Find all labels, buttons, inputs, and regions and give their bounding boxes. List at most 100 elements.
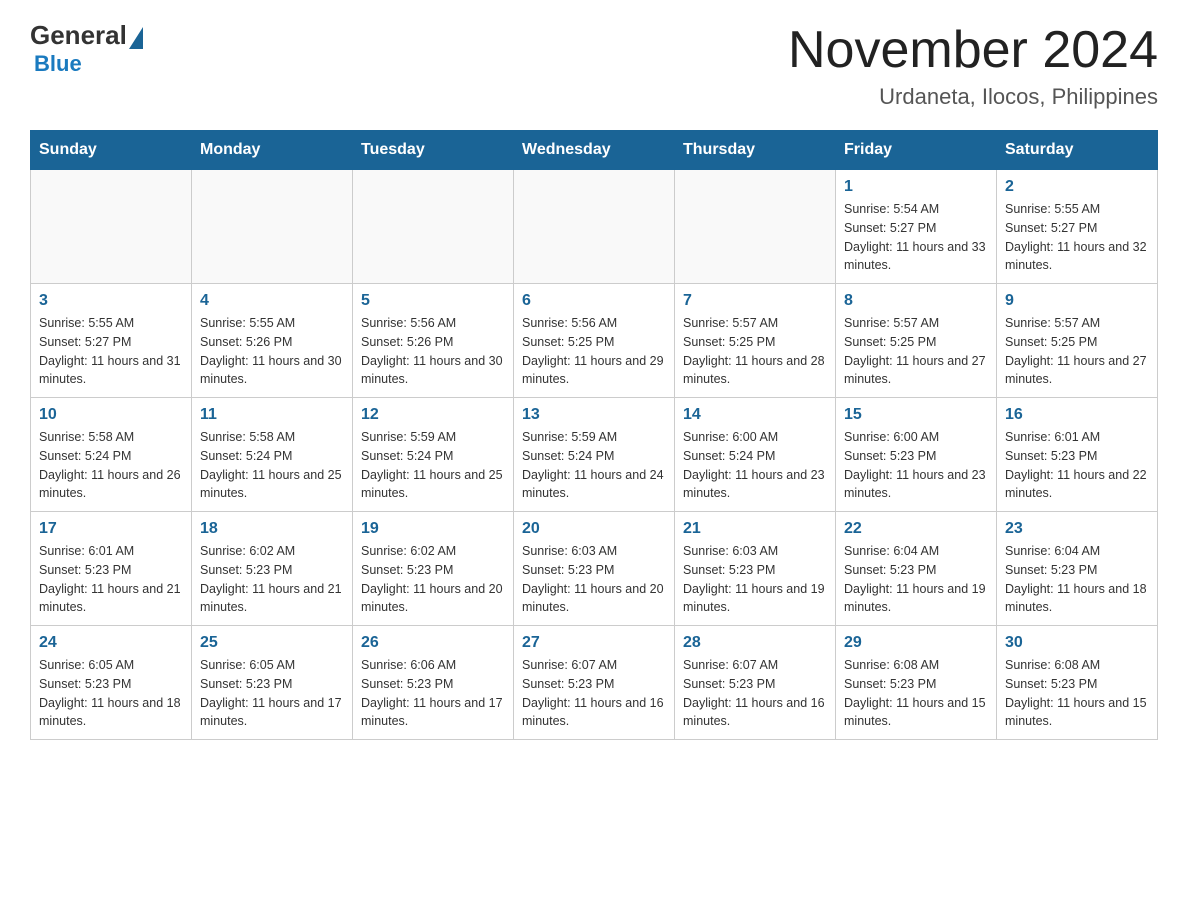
calendar-cell: 16 Sunrise: 6:01 AMSunset: 5:23 PMDayligh…	[997, 398, 1158, 512]
calendar-cell: 22 Sunrise: 6:04 AMSunset: 5:23 PMDayligh…	[836, 512, 997, 626]
day-number: 21	[683, 520, 827, 538]
day-info: Sunrise: 6:05 AMSunset: 5:23 PMDaylight:…	[39, 656, 183, 731]
calendar-cell: 7Sunrise: 5:57 AMSunset: 5:25 PMDaylight…	[675, 284, 836, 398]
weekday-header-sunday: Sunday	[31, 131, 192, 170]
day-number: 22	[844, 520, 988, 538]
calendar-cell: 11 Sunrise: 5:58 AMSunset: 5:24 PMDayligh…	[192, 398, 353, 512]
calendar-cell	[675, 170, 836, 284]
calendar-cell: 17Sunrise: 6:01 AMSunset: 5:23 PMDayligh…	[31, 512, 192, 626]
calendar-cell: 25Sunrise: 6:05 AMSunset: 5:23 PMDayligh…	[192, 626, 353, 740]
calendar-cell: 30Sunrise: 6:08 AMSunset: 5:23 PMDayligh…	[997, 626, 1158, 740]
weekday-header-saturday: Saturday	[997, 131, 1158, 170]
day-number: 6	[522, 292, 666, 310]
month-year-title: November 2024	[788, 20, 1158, 80]
calendar-cell: 24Sunrise: 6:05 AMSunset: 5:23 PMDayligh…	[31, 626, 192, 740]
calendar-header-row: SundayMondayTuesdayWednesdayThursdayFrid…	[31, 131, 1158, 170]
calendar-cell: 10 Sunrise: 5:58 AMSunset: 5:24 PMDayligh…	[31, 398, 192, 512]
calendar-cell: 19 Sunrise: 6:02 AMSunset: 5:23 PMDayligh…	[353, 512, 514, 626]
day-info: Sunrise: 6:00 AMSunset: 5:23 PMDaylight:…	[844, 428, 988, 503]
calendar-cell: 5 Sunrise: 5:56 AMSunset: 5:26 PMDaylight…	[353, 284, 514, 398]
day-number: 19	[361, 520, 505, 538]
day-info: Sunrise: 6:02 AMSunset: 5:23 PMDaylight:…	[361, 542, 505, 617]
day-number: 2	[1005, 178, 1149, 196]
day-info: Sunrise: 6:03 AMSunset: 5:23 PMDaylight:…	[683, 542, 827, 617]
week-row-5: 24Sunrise: 6:05 AMSunset: 5:23 PMDayligh…	[31, 626, 1158, 740]
day-info: Sunrise: 6:08 AMSunset: 5:23 PMDaylight:…	[844, 656, 988, 731]
day-number: 30	[1005, 634, 1149, 652]
weekday-header-friday: Friday	[836, 131, 997, 170]
day-info: Sunrise: 5:57 AMSunset: 5:25 PMDaylight:…	[844, 314, 988, 389]
day-info: Sunrise: 5:59 AMSunset: 5:24 PMDaylight:…	[361, 428, 505, 503]
day-info: Sunrise: 5:54 AMSunset: 5:27 PMDaylight:…	[844, 200, 988, 275]
day-info: Sunrise: 5:58 AMSunset: 5:24 PMDaylight:…	[39, 428, 183, 503]
calendar-cell: 28 Sunrise: 6:07 AMSunset: 5:23 PMDayligh…	[675, 626, 836, 740]
day-info: Sunrise: 6:07 AMSunset: 5:23 PMDaylight:…	[683, 656, 827, 731]
day-number: 29	[844, 634, 988, 652]
day-info: Sunrise: 6:00 AMSunset: 5:24 PMDaylight:…	[683, 428, 827, 503]
day-number: 14	[683, 406, 827, 424]
calendar-cell: 2 Sunrise: 5:55 AMSunset: 5:27 PMDaylight…	[997, 170, 1158, 284]
calendar-cell: 15 Sunrise: 6:00 AMSunset: 5:23 PMDayligh…	[836, 398, 997, 512]
calendar-cell: 27Sunrise: 6:07 AMSunset: 5:23 PMDayligh…	[514, 626, 675, 740]
calendar-cell: 1 Sunrise: 5:54 AMSunset: 5:27 PMDaylight…	[836, 170, 997, 284]
calendar-cell	[31, 170, 192, 284]
day-info: Sunrise: 5:55 AMSunset: 5:26 PMDaylight:…	[200, 314, 344, 389]
calendar-cell: 26 Sunrise: 6:06 AMSunset: 5:23 PMDayligh…	[353, 626, 514, 740]
day-info: Sunrise: 5:57 AMSunset: 5:25 PMDaylight:…	[1005, 314, 1149, 389]
day-number: 15	[844, 406, 988, 424]
calendar-cell	[353, 170, 514, 284]
calendar-cell: 12 Sunrise: 5:59 AMSunset: 5:24 PMDayligh…	[353, 398, 514, 512]
day-info: Sunrise: 6:02 AMSunset: 5:23 PMDaylight:…	[200, 542, 344, 617]
day-number: 16	[1005, 406, 1149, 424]
day-number: 9	[1005, 292, 1149, 310]
page-header: General Blue November 2024 Urdaneta, Ilo…	[30, 20, 1158, 110]
day-info: Sunrise: 6:06 AMSunset: 5:23 PMDaylight:…	[361, 656, 505, 731]
weekday-header-thursday: Thursday	[675, 131, 836, 170]
day-number: 10	[39, 406, 183, 424]
day-number: 13	[522, 406, 666, 424]
day-number: 18	[200, 520, 344, 538]
calendar-cell: 18 Sunrise: 6:02 AMSunset: 5:23 PMDayligh…	[192, 512, 353, 626]
logo-triangle-icon	[129, 27, 143, 49]
day-info: Sunrise: 5:56 AMSunset: 5:26 PMDaylight:…	[361, 314, 505, 389]
day-number: 27	[522, 634, 666, 652]
calendar-cell: 3 Sunrise: 5:55 AMSunset: 5:27 PMDaylight…	[31, 284, 192, 398]
weekday-header-monday: Monday	[192, 131, 353, 170]
day-info: Sunrise: 6:04 AMSunset: 5:23 PMDaylight:…	[1005, 542, 1149, 617]
day-number: 28	[683, 634, 827, 652]
day-info: Sunrise: 5:55 AMSunset: 5:27 PMDaylight:…	[39, 314, 183, 389]
day-number: 26	[361, 634, 505, 652]
day-info: Sunrise: 5:55 AMSunset: 5:27 PMDaylight:…	[1005, 200, 1149, 275]
day-info: Sunrise: 5:58 AMSunset: 5:24 PMDaylight:…	[200, 428, 344, 503]
day-number: 3	[39, 292, 183, 310]
day-number: 23	[1005, 520, 1149, 538]
week-row-4: 17Sunrise: 6:01 AMSunset: 5:23 PMDayligh…	[31, 512, 1158, 626]
week-row-1: 1 Sunrise: 5:54 AMSunset: 5:27 PMDaylight…	[31, 170, 1158, 284]
day-number: 11	[200, 406, 344, 424]
calendar-cell: 6 Sunrise: 5:56 AMSunset: 5:25 PMDaylight…	[514, 284, 675, 398]
calendar-cell: 4 Sunrise: 5:55 AMSunset: 5:26 PMDaylight…	[192, 284, 353, 398]
day-info: Sunrise: 6:04 AMSunset: 5:23 PMDaylight:…	[844, 542, 988, 617]
logo-general-text: General	[30, 20, 127, 51]
logo-blue-text: Blue	[34, 51, 82, 77]
day-number: 25	[200, 634, 344, 652]
day-info: Sunrise: 5:59 AMSunset: 5:24 PMDaylight:…	[522, 428, 666, 503]
week-row-2: 3 Sunrise: 5:55 AMSunset: 5:27 PMDaylight…	[31, 284, 1158, 398]
calendar-cell: 21 Sunrise: 6:03 AMSunset: 5:23 PMDayligh…	[675, 512, 836, 626]
day-number: 12	[361, 406, 505, 424]
day-number: 1	[844, 178, 988, 196]
calendar-cell	[514, 170, 675, 284]
day-info: Sunrise: 5:56 AMSunset: 5:25 PMDaylight:…	[522, 314, 666, 389]
location-subtitle: Urdaneta, Ilocos, Philippines	[788, 84, 1158, 110]
day-number: 4	[200, 292, 344, 310]
calendar-cell: 20Sunrise: 6:03 AMSunset: 5:23 PMDayligh…	[514, 512, 675, 626]
title-section: November 2024 Urdaneta, Ilocos, Philippi…	[788, 20, 1158, 110]
week-row-3: 10 Sunrise: 5:58 AMSunset: 5:24 PMDayligh…	[31, 398, 1158, 512]
day-number: 20	[522, 520, 666, 538]
calendar-cell: 29 Sunrise: 6:08 AMSunset: 5:23 PMDayligh…	[836, 626, 997, 740]
day-info: Sunrise: 6:01 AMSunset: 5:23 PMDaylight:…	[1005, 428, 1149, 503]
day-number: 5	[361, 292, 505, 310]
calendar-cell: 23 Sunrise: 6:04 AMSunset: 5:23 PMDayligh…	[997, 512, 1158, 626]
calendar-cell: 9 Sunrise: 5:57 AMSunset: 5:25 PMDaylight…	[997, 284, 1158, 398]
weekday-header-tuesday: Tuesday	[353, 131, 514, 170]
